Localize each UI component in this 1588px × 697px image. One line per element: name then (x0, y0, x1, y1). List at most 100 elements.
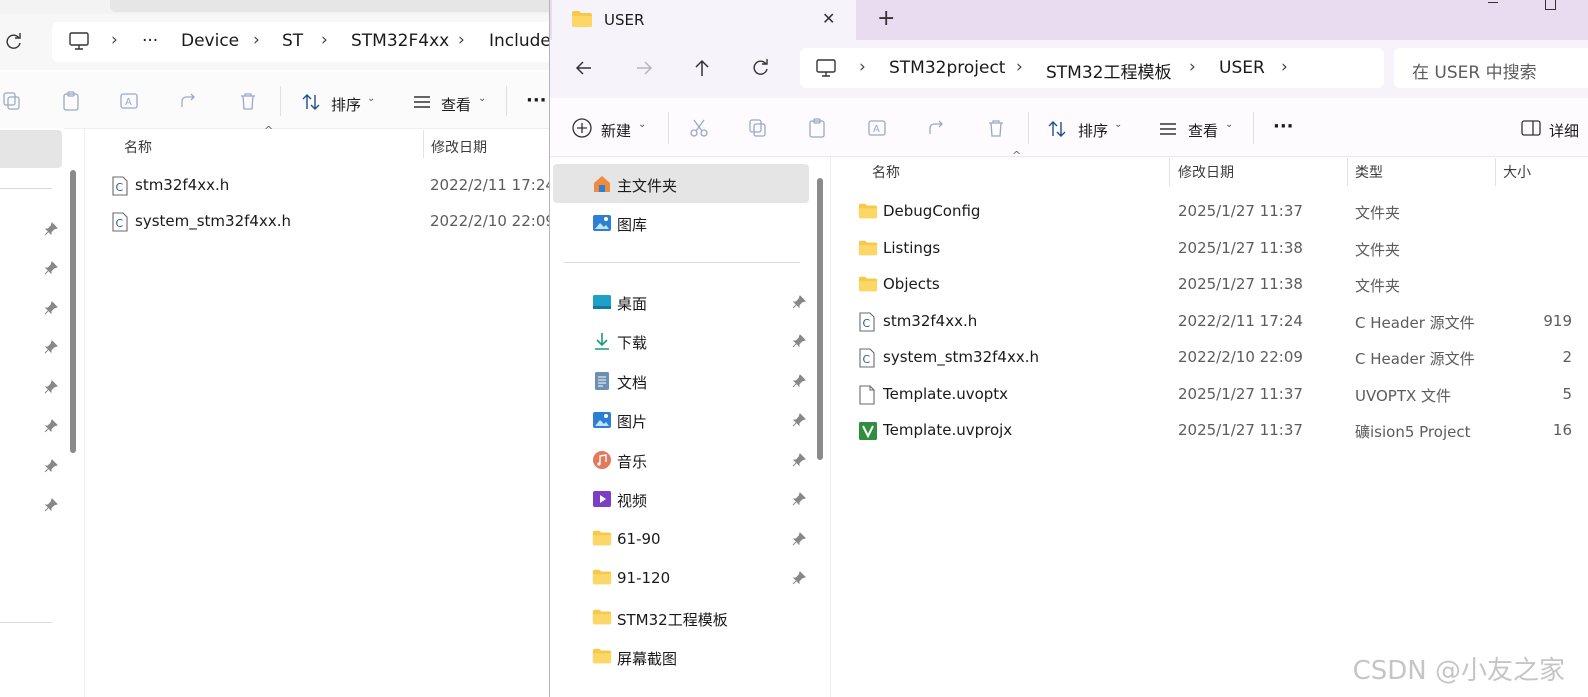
file-row[interactable]: Objects 2025/1/27 11:38 文件夹 (850, 267, 1588, 302)
column-header-name[interactable]: 名称 (872, 162, 900, 182)
nav-item-home[interactable]: 主文件夹 (590, 166, 810, 202)
pin-icon[interactable] (792, 453, 806, 467)
pin-icon[interactable] (792, 374, 806, 388)
share-icon[interactable] (927, 118, 947, 138)
breadcrumb-stm32f4xx[interactable]: STM32F4xx (351, 31, 449, 51)
column-header-modified[interactable]: 修改日期 (431, 137, 487, 157)
file-row[interactable]: Listings 2025/1/27 11:38 文件夹 (850, 231, 1588, 266)
view-button[interactable]: 查看 (1188, 120, 1218, 141)
pin-icon[interactable] (44, 459, 58, 473)
nav-item-videos[interactable]: 视频 (590, 481, 810, 517)
tab-user[interactable] (552, 0, 856, 40)
paste-icon[interactable] (807, 118, 827, 138)
nav-item-gallery[interactable]: 图库 (590, 205, 810, 241)
pin-icon[interactable] (792, 492, 806, 506)
column-header-type[interactable]: 类型 (1355, 162, 1383, 182)
view-button[interactable]: 查看 (441, 94, 471, 115)
nav-item-screenshots[interactable]: 屏幕截图 (590, 639, 810, 675)
more-options-button[interactable]: ··· (526, 90, 547, 111)
file-row[interactable]: C system_stm32f4xx.h 2022/2/10 22:09 (108, 206, 560, 238)
copy-icon[interactable] (748, 118, 768, 138)
search-placeholder: 在 USER 中搜索 (1412, 63, 1537, 83)
breadcrumb-st[interactable]: ST (282, 31, 303, 51)
sort-button[interactable]: 排序 (331, 94, 361, 115)
nav-divider (564, 262, 800, 263)
back-arrow-icon[interactable] (574, 58, 594, 78)
breadcrumb-user[interactable]: USER (1219, 58, 1265, 78)
pin-icon[interactable] (44, 301, 58, 315)
chevron-right-icon: › (253, 30, 260, 50)
breadcrumb-stm32-template[interactable]: STM32工程模板 (1046, 58, 1171, 83)
breadcrumb-stm32project[interactable]: STM32project (889, 58, 1005, 78)
nav-item-61-90[interactable]: 61-90 (590, 521, 810, 557)
share-icon[interactable] (179, 91, 199, 111)
pin-icon[interactable] (792, 532, 806, 546)
rename-icon[interactable]: A (867, 118, 887, 138)
back-nav-scrollbar[interactable] (70, 170, 76, 453)
breadcrumb-device[interactable]: Device (181, 31, 239, 51)
pin-icon[interactable] (44, 380, 58, 394)
file-name: Template.uvoptx (883, 385, 1009, 403)
pin-icon[interactable] (792, 295, 806, 309)
back-nav-selected-item[interactable] (0, 130, 62, 168)
nav-label: 文档 (617, 374, 648, 392)
file-row[interactable]: C system_stm32f4xx.h 2022/2/10 22:09 C H… (850, 340, 1588, 375)
file-modified: 2025/1/27 11:37 (1178, 202, 1303, 220)
details-button[interactable]: 详细 (1549, 120, 1579, 141)
pin-icon[interactable] (792, 413, 806, 427)
rename-icon[interactable]: A (119, 91, 139, 111)
nav-label: 61-90 (617, 530, 661, 548)
file-row[interactable]: C stm32f4xx.h 2022/2/11 17:24 C Header 源… (850, 304, 1588, 339)
nav-item-pictures[interactable]: 图片 (590, 402, 810, 438)
minimize-button[interactable] (1488, 2, 1498, 3)
column-header-size[interactable]: 大小 (1503, 162, 1531, 182)
nav-item-stm32-template[interactable]: STM32工程模板 (590, 600, 810, 636)
breadcrumb-include[interactable]: Include (489, 31, 551, 51)
pin-icon[interactable] (44, 261, 58, 275)
pin-icon[interactable] (792, 571, 806, 585)
nav-item-documents[interactable]: 文档 (590, 363, 810, 399)
back-title-tab[interactable] (110, 0, 560, 12)
refresh-icon[interactable] (4, 32, 24, 52)
file-row[interactable]: C stm32f4xx.h 2022/2/11 17:24 (108, 170, 560, 202)
nav-item-91-120[interactable]: 91-120 (590, 560, 810, 596)
folder-icon (592, 647, 612, 667)
nav-item-desktop[interactable]: 桌面 (590, 284, 810, 320)
delete-icon[interactable] (238, 91, 258, 111)
up-arrow-icon[interactable] (692, 58, 712, 78)
refresh-icon[interactable] (751, 58, 771, 78)
file-row[interactable]: Template.uvprojx 2025/1/27 11:37 礦ision5… (850, 413, 1588, 448)
nav-item-music[interactable]: 音乐 (590, 442, 810, 478)
chevron-down-icon: ⌄ (638, 119, 647, 130)
pin-icon[interactable] (792, 334, 806, 348)
pin-icon[interactable] (44, 498, 58, 512)
breadcrumb-more[interactable]: ··· (142, 31, 158, 51)
nav-scrollbar[interactable] (817, 178, 823, 460)
new-button[interactable]: 新建 (601, 120, 631, 141)
maximize-button[interactable] (1545, 0, 1556, 10)
file-type: 文件夹 (1355, 277, 1401, 295)
sort-button[interactable]: 排序 (1078, 120, 1108, 141)
nav-item-downloads[interactable]: 下载 (590, 323, 810, 359)
toolbar-divider (668, 112, 669, 144)
new-tab-button[interactable]: + (877, 6, 895, 31)
column-header-name[interactable]: 名称 (124, 137, 152, 157)
pin-icon[interactable] (44, 340, 58, 354)
nav-label: 图库 (617, 216, 648, 234)
file-row[interactable]: Template.uvoptx 2025/1/27 11:37 UVOPTX 文… (850, 377, 1588, 412)
file-row[interactable]: DebugConfig 2025/1/27 11:37 文件夹 (850, 194, 1588, 229)
pin-icon[interactable] (44, 222, 58, 236)
pin-icon[interactable] (44, 419, 58, 433)
toolbar-divider (280, 86, 281, 116)
delete-icon[interactable] (986, 118, 1006, 138)
paste-icon[interactable] (61, 91, 81, 111)
back-address-bar[interactable] (52, 22, 560, 62)
gallery-icon (592, 213, 612, 233)
column-header-modified[interactable]: 修改日期 (1178, 162, 1234, 182)
chevron-right-icon: › (1189, 57, 1196, 77)
close-tab-button[interactable]: ✕ (822, 9, 835, 28)
copy-icon[interactable] (2, 91, 22, 111)
more-options-button[interactable]: ··· (1273, 116, 1294, 137)
forward-arrow-icon[interactable] (634, 58, 654, 78)
cut-icon[interactable] (689, 118, 709, 138)
